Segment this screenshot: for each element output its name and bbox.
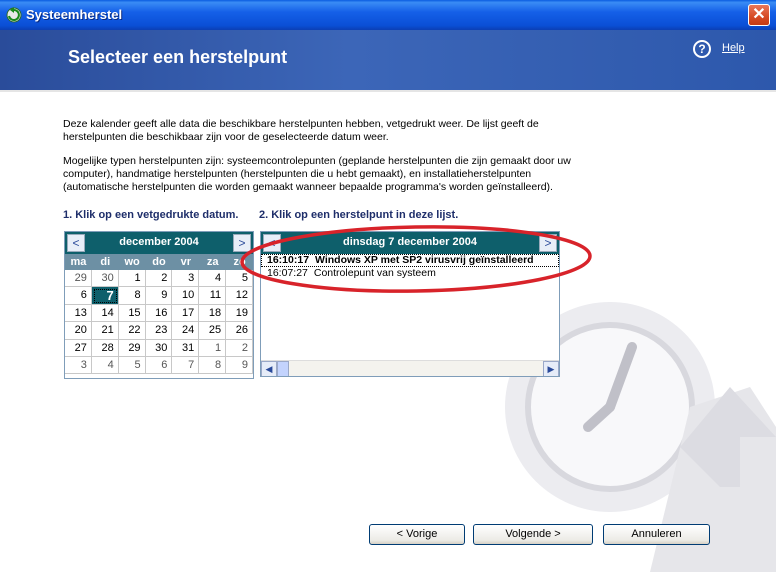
help-icon[interactable]: ? bbox=[693, 40, 711, 58]
scroll-left-arrow-icon[interactable]: ◀ bbox=[261, 361, 277, 376]
step2-label: 2. Klik op een herstelpunt in deze lijst… bbox=[259, 209, 459, 221]
horizontal-scrollbar[interactable]: ◀ ▶ bbox=[261, 360, 559, 376]
system-restore-icon bbox=[6, 7, 22, 23]
calendar-weekday-header: ma bbox=[65, 254, 92, 270]
step1-label: 1. Klik op een vetgedrukte datum. bbox=[63, 209, 239, 221]
page-title: Selecteer een herstelpunt bbox=[68, 47, 288, 67]
calendar-day[interactable]: 28 bbox=[91, 339, 119, 357]
calendar-day[interactable]: 24 bbox=[172, 322, 200, 340]
calendar-weekday-header: di bbox=[91, 254, 119, 270]
calendar-weekday-header: vr bbox=[172, 254, 200, 270]
calendar-day[interactable]: 4 bbox=[199, 270, 227, 288]
calendar-day[interactable]: 7 bbox=[172, 356, 200, 375]
calendar-day[interactable]: 22 bbox=[118, 322, 146, 340]
calendar-weekday-header: za bbox=[199, 254, 227, 270]
calendar-day[interactable]: 30 bbox=[91, 270, 119, 288]
calendar-day[interactable]: 29 bbox=[65, 270, 92, 288]
red-highlight-ellipse bbox=[240, 225, 592, 293]
calendar-day[interactable]: 29 bbox=[118, 339, 146, 357]
calendar-day[interactable]: 17 bbox=[172, 304, 200, 323]
calendar-day[interactable]: 6 bbox=[65, 287, 92, 305]
calendar-day[interactable]: 1 bbox=[118, 270, 146, 288]
calendar-day[interactable]: 9 bbox=[145, 287, 173, 305]
calendar-day[interactable]: 10 bbox=[172, 287, 200, 305]
header-banner: Selecteer een herstelpunt ? Help bbox=[0, 30, 776, 92]
calendar-day[interactable]: 26 bbox=[226, 322, 253, 340]
calendar-day[interactable]: 2 bbox=[226, 339, 253, 357]
close-button[interactable]: ✕ bbox=[748, 4, 770, 26]
scroll-thumb[interactable] bbox=[277, 361, 289, 376]
calendar-header: < december 2004 > bbox=[65, 232, 253, 254]
calendar-month-label: december 2004 bbox=[119, 236, 199, 248]
calendar-day[interactable]: 20 bbox=[65, 322, 92, 340]
calendar-days: 29 30 1 2 3 4 5 6 7 8 9 10 11 12 13 14 15 16 17 18 19 20 21 22 2… bbox=[65, 270, 253, 375]
calendar-day[interactable]: 27 bbox=[65, 339, 92, 357]
calendar-day[interactable]: 8 bbox=[199, 356, 227, 375]
close-icon: ✕ bbox=[752, 6, 766, 23]
calendar-day[interactable]: 8 bbox=[118, 287, 146, 305]
back-button[interactable]: < Vorige bbox=[369, 524, 465, 545]
restore-calendar: < december 2004 > ma di wo do vr za zo 29 30 1 2 3… bbox=[64, 231, 254, 379]
calendar-day[interactable]: 11 bbox=[199, 287, 227, 305]
next-button[interactable]: Volgende > bbox=[473, 524, 593, 545]
intro-paragraph-2: Mogelijke typen herstelpunten zijn: syst… bbox=[63, 155, 571, 193]
cancel-button[interactable]: Annuleren bbox=[603, 524, 710, 545]
calendar-day[interactable]: 3 bbox=[65, 356, 92, 375]
calendar-day[interactable]: 30 bbox=[145, 339, 173, 357]
calendar-day[interactable]: 3 bbox=[172, 270, 200, 288]
calendar-day[interactable]: 6 bbox=[145, 356, 173, 375]
window-title: Systeemherstel bbox=[26, 7, 123, 22]
title-bar: Systeemherstel ✕ bbox=[0, 0, 776, 30]
calendar-day[interactable]: 23 bbox=[145, 322, 173, 340]
calendar-weekday-header: wo bbox=[118, 254, 146, 270]
calendar-day[interactable]: 21 bbox=[91, 322, 119, 340]
calendar-day[interactable]: 19 bbox=[226, 304, 253, 323]
scroll-right-arrow-icon[interactable]: ▶ bbox=[543, 361, 559, 376]
calendar-weekday-header: do bbox=[145, 254, 173, 270]
calendar-day[interactable]: 18 bbox=[199, 304, 227, 323]
calendar-day[interactable]: 13 bbox=[65, 304, 92, 323]
calendar-day[interactable]: 2 bbox=[145, 270, 173, 288]
calendar-prev-month-button[interactable]: < bbox=[67, 234, 85, 252]
wizard-content: Deze kalender geeft alle data die beschi… bbox=[0, 92, 776, 572]
intro-paragraph-1: Deze kalender geeft alle data die beschi… bbox=[63, 118, 539, 143]
calendar-day-selected[interactable]: 7 bbox=[91, 287, 119, 305]
calendar-day[interactable]: 15 bbox=[118, 304, 146, 323]
calendar-day[interactable]: 4 bbox=[91, 356, 119, 375]
calendar-day[interactable]: 31 bbox=[172, 339, 200, 357]
calendar-day[interactable]: 16 bbox=[145, 304, 173, 323]
calendar-day[interactable]: 14 bbox=[91, 304, 119, 323]
help-link[interactable]: Help bbox=[722, 42, 745, 54]
calendar-day[interactable]: 25 bbox=[199, 322, 227, 340]
calendar-weekdays: ma di wo do vr za zo bbox=[65, 254, 253, 270]
calendar-day[interactable]: 1 bbox=[199, 339, 227, 357]
calendar-day[interactable]: 5 bbox=[118, 356, 146, 375]
calendar-day[interactable]: 9 bbox=[226, 356, 253, 375]
